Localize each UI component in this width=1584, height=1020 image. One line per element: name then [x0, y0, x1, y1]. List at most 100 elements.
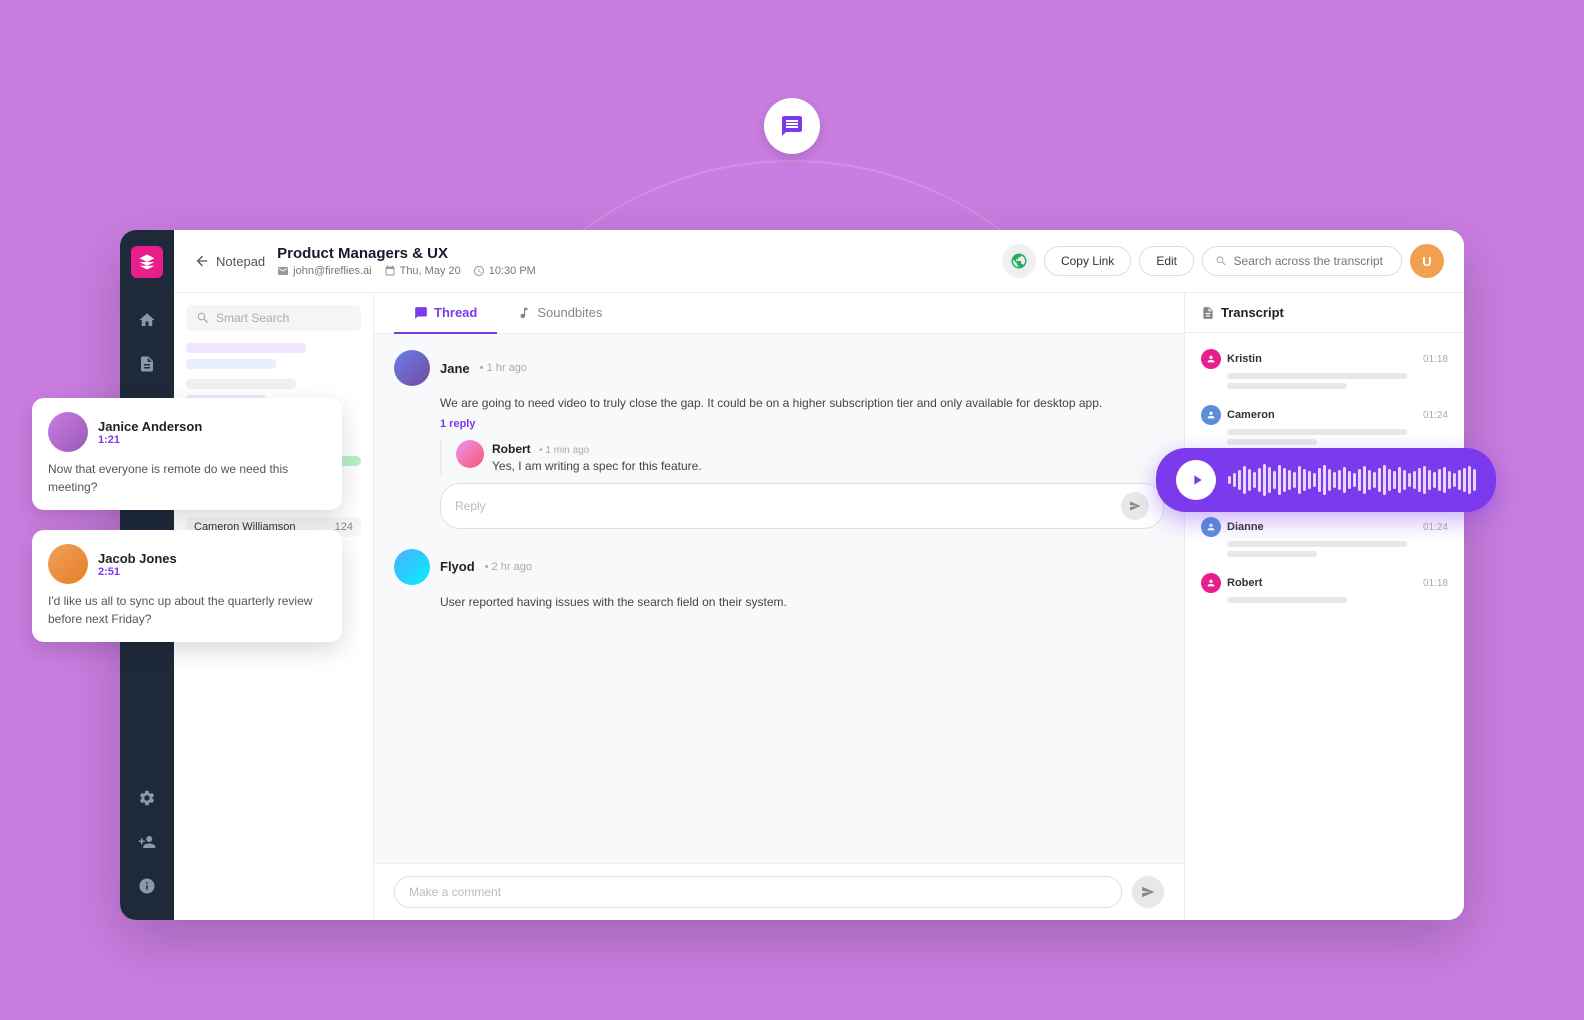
- avatar-flyod: [394, 549, 430, 585]
- reply-input[interactable]: [440, 483, 1164, 529]
- wave-bar: [1263, 464, 1266, 496]
- reply-send-button[interactable]: [1121, 492, 1149, 520]
- transcript-icon: [1201, 306, 1215, 320]
- tab-soundbites[interactable]: Soundbites: [497, 293, 622, 334]
- placeholder-bar-2: [186, 359, 276, 369]
- sender-flyod: Flyod: [440, 559, 475, 574]
- wave-bar: [1448, 471, 1451, 489]
- transcript-line-9: [1227, 597, 1347, 603]
- back-button[interactable]: Notepad: [194, 253, 265, 269]
- card-name-janice: Janice Anderson: [98, 419, 202, 434]
- wave-bar: [1243, 466, 1246, 494]
- transcript-line-1: [1227, 373, 1407, 379]
- wave-bar: [1388, 469, 1391, 491]
- transcript-avatar-robert-2: [1201, 573, 1221, 593]
- header-actions: Copy Link Edit U: [1002, 244, 1444, 278]
- wave-bar: [1393, 471, 1396, 489]
- wave-bar: [1428, 470, 1431, 490]
- reply-count-jane[interactable]: 1 reply: [440, 418, 1164, 430]
- wave-bar: [1318, 468, 1321, 492]
- wave-bar: [1433, 472, 1436, 488]
- calendar-icon: [384, 265, 396, 277]
- card-info-janice: Janice Anderson 1:21: [98, 419, 202, 446]
- transcript-item-dianne: Dianne 01:24: [1185, 509, 1464, 565]
- smart-search-bar[interactable]: Smart Search: [186, 305, 361, 331]
- wave-bar: [1258, 468, 1261, 492]
- sidebar-item-info[interactable]: [129, 868, 165, 904]
- time-value: 10:30 PM: [489, 265, 536, 277]
- tab-thread[interactable]: Thread: [394, 293, 497, 334]
- wave-bar: [1403, 470, 1406, 490]
- transcript-item-cameron: Cameron 01:24: [1185, 397, 1464, 453]
- reply-sender-robert: Robert: [492, 442, 531, 456]
- transcript-item-robert-2: Robert 01:18: [1185, 565, 1464, 611]
- comment-input[interactable]: [394, 876, 1122, 908]
- wave-bar: [1363, 466, 1366, 494]
- sidebar-item-settings[interactable]: [129, 780, 165, 816]
- wave-bar: [1408, 473, 1411, 487]
- globe-button[interactable]: [1002, 244, 1036, 278]
- email-meta: john@fireflies.ai: [277, 265, 371, 277]
- wave-bar: [1458, 470, 1461, 490]
- transcript-line-4: [1227, 439, 1317, 445]
- transcript-time-robert-2: 01:18: [1423, 578, 1448, 589]
- globe-icon: [1010, 252, 1028, 270]
- audio-player[interactable]: [1156, 448, 1496, 512]
- sidebar-logo: [131, 246, 163, 278]
- transcript-header: Transcript: [1185, 293, 1464, 333]
- person-icon-5: [1206, 578, 1216, 588]
- wave-bar: [1423, 466, 1426, 494]
- comment-send-button[interactable]: [1132, 876, 1164, 908]
- wave-bar: [1298, 466, 1301, 494]
- wave-bar: [1443, 467, 1446, 493]
- card-text-jacob: I'd like us all to sync up about the qua…: [48, 592, 326, 628]
- message-group-jane: Jane • 1 hr ago We are going to need vid…: [394, 350, 1164, 529]
- time-jane: • 1 hr ago: [480, 362, 527, 374]
- person-icon: [1206, 354, 1216, 364]
- back-arrow-icon: [194, 253, 210, 269]
- card-time-janice: 1:21: [98, 434, 202, 446]
- reply-group-jane: Robert • 1 min ago Yes, I am writing a s…: [440, 440, 1164, 475]
- smart-search-label: Smart Search: [216, 311, 289, 325]
- wave-bar: [1378, 468, 1381, 492]
- message-header-jane: Jane • 1 hr ago: [394, 350, 1164, 386]
- avatar-jane: [394, 350, 430, 386]
- comment-send-icon: [1141, 885, 1155, 899]
- speaker-count: 124: [335, 521, 353, 533]
- search-input[interactable]: [1234, 254, 1389, 268]
- smart-search-icon: [196, 311, 210, 325]
- sidebar-item-docs[interactable]: [129, 346, 165, 382]
- waveform: [1228, 464, 1476, 496]
- transcript-search[interactable]: [1202, 246, 1402, 276]
- transcript-speaker-cameron: Cameron: [1227, 409, 1275, 421]
- add-user-icon: [138, 833, 156, 851]
- reply-input-area: [440, 483, 1164, 529]
- transcript-line-3: [1227, 429, 1407, 435]
- reply-text-input[interactable]: [455, 499, 1121, 513]
- wave-bar: [1463, 468, 1466, 492]
- tabs: Thread Soundbites: [374, 293, 1184, 334]
- header-title-area: Product Managers & UX john@fireflies.ai …: [277, 245, 990, 277]
- transcript-time-cameron: 01:24: [1423, 410, 1448, 421]
- wave-bar: [1268, 467, 1271, 493]
- sidebar-item-add-user[interactable]: [129, 824, 165, 860]
- transcript-speaker-robert-2: Robert: [1227, 577, 1262, 589]
- transcript-avatar-cameron: [1201, 405, 1221, 425]
- wave-bar: [1373, 472, 1376, 488]
- tab-thread-label: Thread: [434, 305, 477, 320]
- wave-bar: [1293, 472, 1296, 488]
- floating-card-janice: Janice Anderson 1:21 Now that everyone i…: [32, 398, 342, 510]
- card-header-janice: Janice Anderson 1:21: [48, 412, 326, 452]
- user-avatar: U: [1410, 244, 1444, 278]
- copy-link-button[interactable]: Copy Link: [1044, 246, 1131, 276]
- wave-bar: [1473, 469, 1476, 491]
- transcript-item-header-kristin: Kristin 01:18: [1201, 349, 1448, 369]
- wave-bar: [1353, 473, 1356, 487]
- edit-button[interactable]: Edit: [1139, 246, 1194, 276]
- main-content: Notepad Product Managers & UX john@firef…: [174, 230, 1464, 920]
- play-button[interactable]: [1176, 460, 1216, 500]
- sidebar-item-home[interactable]: [129, 302, 165, 338]
- transcript-speaker-kristin: Kristin: [1227, 353, 1262, 365]
- avatar-robert-reply: [456, 440, 484, 468]
- wave-bar: [1343, 467, 1346, 493]
